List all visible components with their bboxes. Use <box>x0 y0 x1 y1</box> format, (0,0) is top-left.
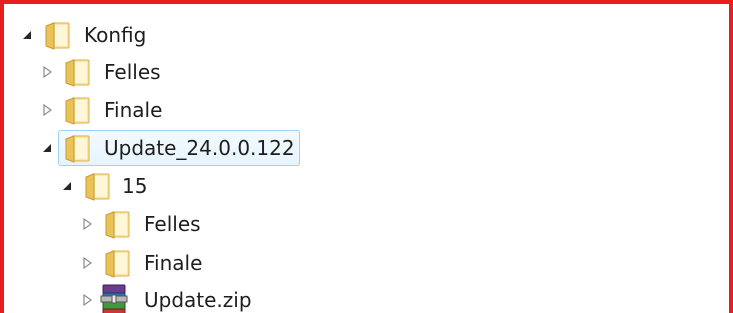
tree-item-label: 15 <box>122 174 148 198</box>
tree-item-label: Finale <box>144 251 203 275</box>
collapsed-arrow-icon[interactable] <box>80 293 94 307</box>
tree-item-label: Update.zip <box>144 288 252 312</box>
tree-item-update-24[interactable]: Update_24.0.0.122 <box>36 131 306 165</box>
folder-icon <box>65 97 90 125</box>
tree-item-label: Felles <box>104 60 161 84</box>
tree-item-finale[interactable]: Finale <box>36 93 236 127</box>
tree-item-felles-nested[interactable]: Felles <box>76 207 276 241</box>
collapsed-arrow-icon[interactable] <box>80 256 94 270</box>
expanded-arrow-icon[interactable] <box>20 28 34 42</box>
tree-item-update-zip[interactable]: Update.zip <box>76 283 296 313</box>
folder-icon <box>65 135 90 163</box>
expanded-arrow-icon[interactable] <box>40 141 54 155</box>
tree-item-konfig[interactable]: Konfig <box>16 18 216 52</box>
folder-icon <box>65 59 90 87</box>
collapsed-arrow-icon[interactable] <box>40 103 54 117</box>
tree-item-felles[interactable]: Felles <box>36 55 236 89</box>
folder-tree: Konfig Felles Finale Update_24.0.0.122 1… <box>0 0 733 313</box>
tree-item-label: Finale <box>104 98 163 122</box>
tree-item-label: Felles <box>144 212 201 236</box>
folder-icon <box>85 173 110 201</box>
collapsed-arrow-icon[interactable] <box>40 65 54 79</box>
collapsed-arrow-icon[interactable] <box>80 217 94 231</box>
tree-item-label: Update_24.0.0.122 <box>104 136 295 160</box>
archive-icon <box>100 284 128 313</box>
tree-item-15[interactable]: 15 <box>56 169 256 203</box>
folder-icon <box>45 22 70 50</box>
expanded-arrow-icon[interactable] <box>60 179 74 193</box>
tree-item-label: Konfig <box>84 23 147 47</box>
tree-item-finale-nested[interactable]: Finale <box>76 246 276 280</box>
folder-icon <box>105 211 130 239</box>
folder-icon <box>105 250 130 278</box>
